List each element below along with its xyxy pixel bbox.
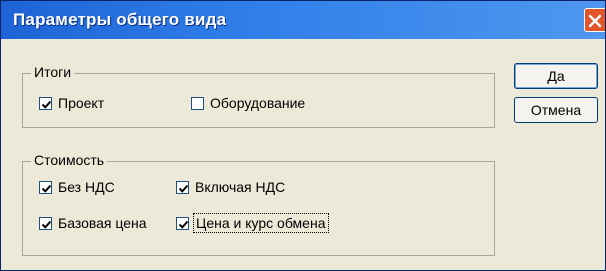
check-icon xyxy=(178,184,189,193)
check-icon xyxy=(178,220,189,229)
without-vat-checkbox[interactable]: Без НДС xyxy=(39,179,115,195)
close-icon xyxy=(588,14,602,28)
title-bar[interactable]: Параметры общего вида xyxy=(1,1,605,39)
equipment-checkbox[interactable]: Оборудование xyxy=(191,95,305,111)
equipment-checkbox-box[interactable] xyxy=(191,96,204,110)
base-price-checkbox-box[interactable] xyxy=(39,216,52,230)
cost-group: Стоимость xyxy=(22,152,495,256)
ok-button[interactable]: Да xyxy=(514,63,598,89)
equipment-checkbox-label: Оборудование xyxy=(210,95,306,111)
without-vat-checkbox-box[interactable] xyxy=(39,180,52,194)
totals-group-legend: Итоги xyxy=(31,64,75,80)
including-vat-checkbox-label: Включая НДС xyxy=(195,179,286,195)
base-price-checkbox-label: Базовая цена xyxy=(58,215,147,231)
project-checkbox-label: Проект xyxy=(58,95,105,111)
check-icon xyxy=(41,220,52,229)
including-vat-checkbox-box[interactable] xyxy=(176,180,189,194)
project-checkbox[interactable]: Проект xyxy=(39,95,104,111)
price-and-rate-checkbox-box[interactable] xyxy=(176,216,189,230)
project-checkbox-box[interactable] xyxy=(39,96,52,110)
dialog-window: Параметры общего вида Итоги Проект Обору… xyxy=(0,0,606,271)
window-title: Параметры общего вида xyxy=(13,10,227,29)
base-price-checkbox[interactable]: Базовая цена xyxy=(39,215,147,231)
price-and-rate-checkbox[interactable]: Цена и курс обмена xyxy=(176,213,329,233)
check-icon xyxy=(41,184,52,193)
check-icon xyxy=(41,100,52,109)
without-vat-checkbox-label: Без НДС xyxy=(58,179,115,195)
including-vat-checkbox[interactable]: Включая НДС xyxy=(176,179,285,195)
cost-group-legend: Стоимость xyxy=(31,152,108,168)
price-and-rate-checkbox-label: Цена и курс обмена xyxy=(193,213,329,233)
close-button[interactable] xyxy=(584,8,605,32)
cancel-button[interactable]: Отмена xyxy=(514,97,598,123)
